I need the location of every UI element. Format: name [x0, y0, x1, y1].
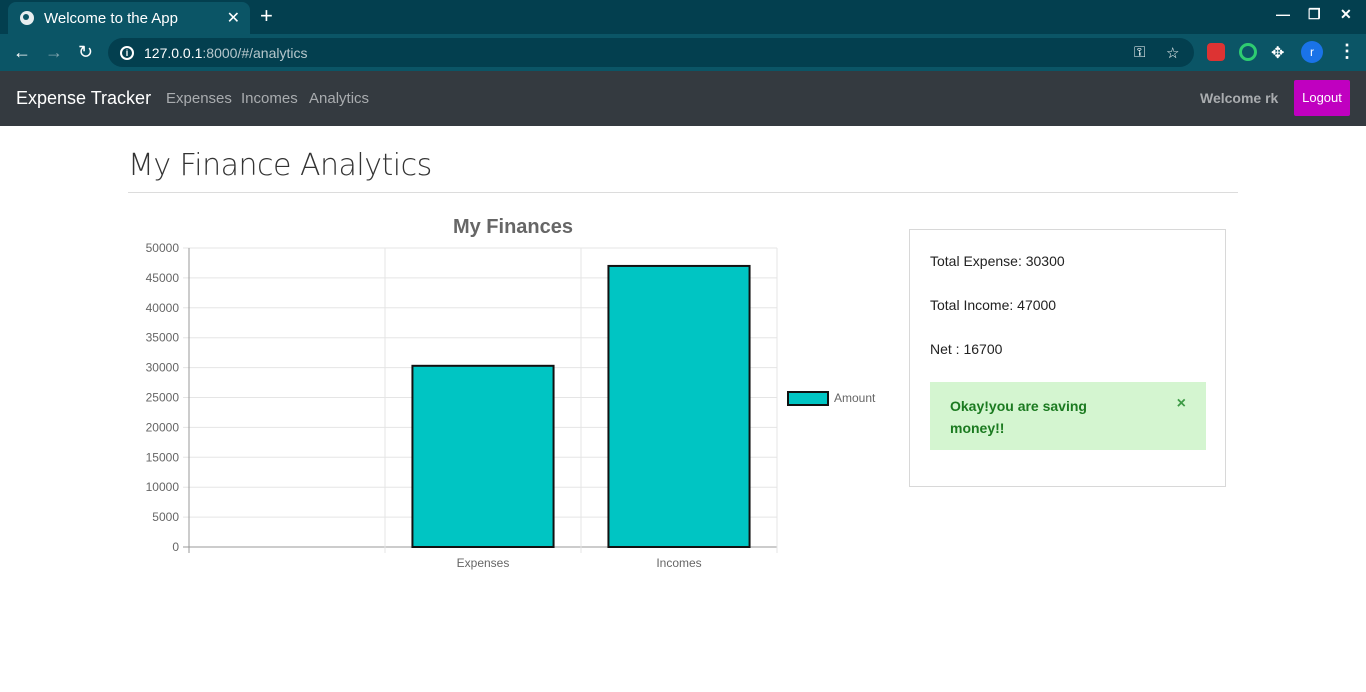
restore-icon[interactable]: ❐ [1308, 6, 1321, 23]
chart-title: My Finances [453, 216, 573, 238]
minimize-icon[interactable]: — [1276, 6, 1290, 22]
saving-alert: Okay!you are saving money!! × [930, 382, 1206, 450]
site-info-icon[interactable]: i [120, 45, 134, 60]
logout-button[interactable]: Logout [1294, 80, 1350, 116]
chart-legend: Amount [787, 391, 876, 406]
nav-link-expenses[interactable]: Expenses [166, 90, 232, 107]
y-tick-label: 0 [172, 540, 179, 554]
y-tick-label: 40000 [146, 301, 180, 315]
tab-title: Welcome to the App [44, 9, 178, 27]
y-tick-label: 5000 [152, 510, 179, 524]
x-tick-label: Expenses [457, 556, 510, 570]
y-tick-label: 35000 [146, 331, 180, 345]
globe-icon [20, 11, 34, 25]
y-tick-label: 15000 [146, 450, 180, 464]
y-tick-label: 20000 [146, 420, 180, 434]
finance-chart: My Finances 0 5000 10000 15000 20000 25000 300… [146, 216, 876, 570]
welcome-text: Welcome rk [1200, 90, 1279, 106]
net-amount: Net : 16700 [930, 341, 1003, 357]
browser-tab-bar: Welcome to the App ✕ + — ❐ ✕ [0, 0, 1366, 34]
y-tick-label: 25000 [146, 391, 180, 405]
page-title: My Finance Analytics [128, 148, 432, 183]
browser-tab[interactable]: Welcome to the App ✕ [8, 2, 250, 34]
url-path: :8000/#/analytics [202, 44, 308, 61]
alert-close-icon[interactable]: × [1177, 395, 1186, 413]
y-tick-label: 45000 [146, 271, 180, 285]
total-expense: Total Expense: 30300 [930, 253, 1065, 269]
nav-link-analytics[interactable]: Analytics [309, 90, 369, 107]
y-tick-label: 30000 [146, 361, 180, 375]
back-icon[interactable]: ← [13, 41, 31, 63]
nav-link-incomes[interactable]: Incomes [241, 90, 298, 107]
address-bar[interactable]: i 127.0.0.1 :8000/#/analytics ⚿ ☆ [108, 38, 1194, 67]
new-tab-icon[interactable]: + [260, 4, 273, 28]
reload-icon[interactable]: ↻ [78, 41, 93, 63]
window-close-icon[interactable]: ✕ [1340, 6, 1352, 23]
y-tick-label: 10000 [146, 480, 180, 494]
x-axis-ticks: Expenses Incomes [457, 556, 702, 570]
url-host: 127.0.0.1 [144, 44, 203, 61]
puzzle-icon[interactable]: ✥ [1271, 43, 1289, 62]
tab-close-icon[interactable]: ✕ [227, 8, 240, 28]
extension-red-icon[interactable] [1207, 43, 1225, 61]
brand[interactable]: Expense Tracker [16, 88, 151, 109]
y-axis-ticks: 0 5000 10000 15000 20000 25000 30000 35000 40000… [146, 241, 180, 554]
browser-toolbar: ← → ↻ i 127.0.0.1 :8000/#/analytics ⚿ ☆ [0, 34, 1366, 71]
bookmark-star-icon[interactable]: ☆ [1166, 44, 1179, 62]
menu-kebab-icon[interactable]: ⋮ [1338, 41, 1356, 62]
bar-incomes [607, 264, 751, 548]
avatar[interactable]: r [1301, 41, 1323, 63]
extension-green-icon[interactable] [1239, 43, 1257, 61]
y-tick-label: 50000 [146, 241, 180, 255]
title-divider [128, 192, 1238, 193]
app-navbar: Expense Tracker Expenses Incomes Analyti… [0, 71, 1366, 126]
summary-card: Total Expense: 30300 Total Income: 47000… [909, 229, 1226, 487]
legend-label: Amount [834, 391, 876, 405]
key-icon[interactable]: ⚿ [1134, 44, 1145, 61]
legend-swatch [787, 391, 829, 406]
bar-expenses [411, 364, 555, 548]
x-tick-label: Incomes [656, 556, 701, 570]
alert-message: Okay!you are saving money!! [950, 398, 1087, 436]
total-income: Total Income: 47000 [930, 297, 1057, 313]
forward-icon[interactable]: → [45, 41, 63, 63]
